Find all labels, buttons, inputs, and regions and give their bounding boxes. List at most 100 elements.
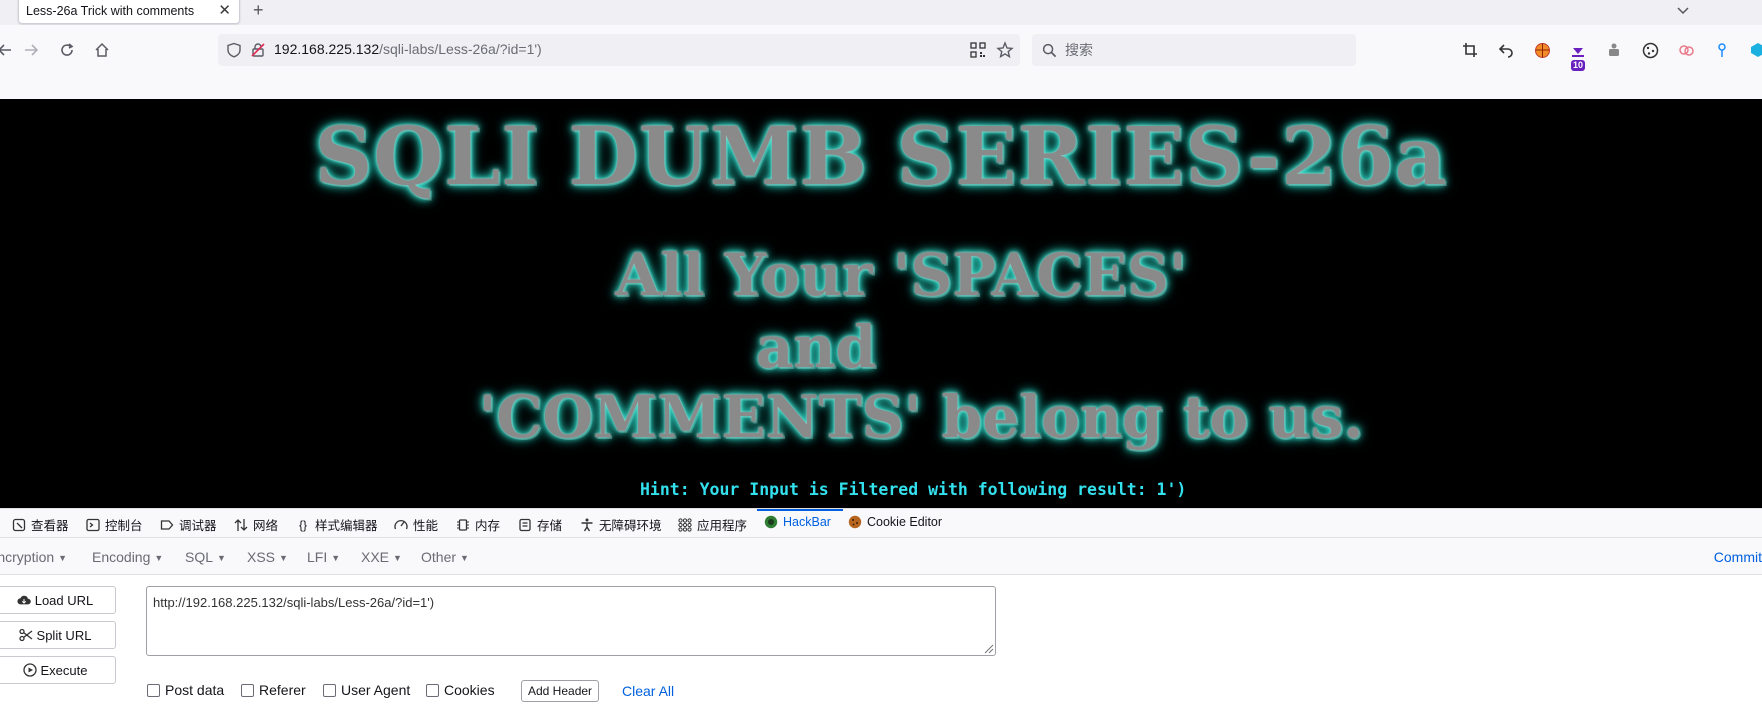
hackbar-icon xyxy=(764,515,778,529)
tab-console[interactable]: 控制台 xyxy=(86,515,143,534)
tab-label: Cookie Editor xyxy=(867,515,943,529)
checkbox-label: Post data xyxy=(165,682,225,698)
tab-label: 性能 xyxy=(413,519,439,533)
puzzle-extension-icon[interactable] xyxy=(1604,40,1624,60)
execute-button[interactable]: Execute xyxy=(0,656,116,684)
back-icon[interactable] xyxy=(0,39,16,61)
debugger-icon xyxy=(160,519,174,530)
menu-label: SQL xyxy=(185,549,214,565)
devtools-tab-bar: 查看器 控制台 调试器 网络 {} 样式编辑器 性能 内存 存储 无障碍环境 应… xyxy=(0,508,1762,538)
network-icon xyxy=(234,518,248,531)
cookie-icon xyxy=(848,515,862,529)
tab-strip: Less-26a Trick with comments ✕ + xyxy=(0,0,1762,25)
checkbox-label: Cookies xyxy=(444,682,495,698)
hackbar-body: Load URL Split URL Execute http://192.16… xyxy=(0,575,1762,704)
menu-encoding[interactable]: Encoding ▼ xyxy=(92,549,163,565)
tab-network[interactable]: 网络 xyxy=(234,515,278,534)
url-path: /sqli-labs/Less-26a/?id=1') xyxy=(379,41,542,57)
split-url-button[interactable]: Split URL xyxy=(0,621,116,649)
menu-lfi[interactable]: LFI ▼ xyxy=(307,549,340,565)
tab-label: HackBar xyxy=(783,515,831,529)
url-textarea-value: http://192.168.225.132/sqli-labs/Less-26… xyxy=(153,595,435,610)
reload-icon[interactable] xyxy=(56,39,78,61)
screenshot-crop-icon[interactable] xyxy=(1460,40,1480,60)
checkbox-label: User Agent xyxy=(341,682,411,698)
memory-icon xyxy=(457,518,469,531)
resize-handle-icon[interactable] xyxy=(982,642,994,654)
url-text[interactable]: 192.168.225.132/sqli-labs/Less-26a/?id=1… xyxy=(274,41,542,59)
search-icon xyxy=(1042,43,1057,57)
chevron-down-icon[interactable] xyxy=(1676,4,1690,18)
home-icon[interactable] xyxy=(91,39,113,61)
menu-xss[interactable]: XSS ▼ xyxy=(247,549,288,565)
menu-label: Encryption xyxy=(0,549,55,565)
console-icon xyxy=(86,518,100,531)
banner-line-2: and xyxy=(755,313,877,381)
add-header-button[interactable]: Add Header xyxy=(521,680,600,702)
checkbox-box[interactable] xyxy=(323,683,336,697)
undo-icon[interactable] xyxy=(1496,40,1516,60)
menu-label: XXE xyxy=(361,549,390,565)
url-bar[interactable]: 192.168.225.132/sqli-labs/Less-26a/?id=1… xyxy=(218,34,1020,66)
clear-all-link[interactable]: Clear All xyxy=(622,683,674,699)
insecure-lock-icon[interactable] xyxy=(250,42,266,58)
commit-button[interactable]: Commit xyxy=(1714,549,1762,565)
button-label: Load URL xyxy=(34,592,94,608)
button-label: Split URL xyxy=(36,627,92,643)
checkbox-box[interactable] xyxy=(241,683,254,697)
tab-debugger[interactable]: 调试器 xyxy=(160,515,217,534)
menu-xxe[interactable]: XXE ▼ xyxy=(361,549,402,565)
active-tab-indicator xyxy=(757,509,843,511)
performance-icon xyxy=(394,519,408,529)
tab-storage[interactable]: 存储 xyxy=(518,515,562,534)
pin-extension-icon[interactable] xyxy=(1712,40,1732,60)
tab-memory[interactable]: 内存 xyxy=(456,515,500,534)
banner-title: SQLI DUMB SERIES-26a xyxy=(314,109,1448,203)
tab-hackbar[interactable]: HackBar xyxy=(764,515,831,529)
referer-checkbox[interactable]: Referer xyxy=(241,682,306,698)
browser-tab[interactable]: Less-26a Trick with comments ✕ xyxy=(18,0,240,24)
tab-label: 样式编辑器 xyxy=(315,519,378,533)
menu-label: Encoding xyxy=(92,549,151,565)
extension-ball-icon[interactable] xyxy=(1532,40,1552,60)
tab-label: 无障碍环境 xyxy=(599,519,662,533)
tab-accessibility[interactable]: 无障碍环境 xyxy=(580,515,662,534)
tab-label: 存储 xyxy=(537,519,563,533)
menu-sql[interactable]: SQL ▼ xyxy=(185,549,226,565)
post-data-checkbox[interactable]: Post data xyxy=(147,682,224,698)
shield-extension-icon[interactable] xyxy=(1748,40,1762,60)
banner-line-3: 'COMMENTS' belong to us. xyxy=(478,383,1364,451)
qr-code-icon[interactable] xyxy=(970,42,986,58)
forward-icon[interactable] xyxy=(20,39,42,61)
tab-title: Less-26a Trick with comments xyxy=(26,3,195,18)
bookmark-star-icon[interactable] xyxy=(996,41,1014,59)
search-bar[interactable]: 搜索 xyxy=(1032,34,1356,66)
navigation-bar: 192.168.225.132/sqli-labs/Less-26a/?id=1… xyxy=(0,25,1762,99)
menu-label: XSS xyxy=(247,549,276,565)
close-tab-icon[interactable]: ✕ xyxy=(218,1,231,19)
tab-application[interactable]: 应用程序 xyxy=(678,515,747,534)
inspector-icon xyxy=(12,518,26,531)
shield-icon[interactable] xyxy=(226,42,242,58)
url-textarea[interactable]: http://192.168.225.132/sqli-labs/Less-26… xyxy=(146,586,996,656)
tab-label: 控制台 xyxy=(105,519,143,533)
scissors-icon xyxy=(18,628,32,642)
accessibility-icon xyxy=(581,518,593,531)
cookie-extension-icon[interactable] xyxy=(1640,40,1660,60)
tab-cookie-editor[interactable]: Cookie Editor xyxy=(848,515,942,529)
tab-style-editor[interactable]: {} 样式编辑器 xyxy=(296,515,378,534)
tab-inspector[interactable]: 查看器 xyxy=(12,515,69,534)
cookies-checkbox[interactable]: Cookies xyxy=(426,682,495,698)
tab-label: 内存 xyxy=(475,519,501,533)
tab-performance[interactable]: 性能 xyxy=(394,515,438,534)
user-agent-checkbox[interactable]: User Agent xyxy=(323,682,410,698)
load-url-button[interactable]: Load URL xyxy=(0,586,116,614)
menu-other[interactable]: Other ▼ xyxy=(421,549,469,565)
link-extension-icon[interactable] xyxy=(1676,40,1696,60)
download-extension-icon[interactable] xyxy=(1568,40,1588,60)
menu-encryption[interactable]: Encryption▼ xyxy=(0,549,67,565)
button-label: Execute xyxy=(40,662,88,678)
checkbox-box[interactable] xyxy=(147,683,160,697)
new-tab-button[interactable]: + xyxy=(253,0,264,21)
checkbox-box[interactable] xyxy=(426,683,439,697)
